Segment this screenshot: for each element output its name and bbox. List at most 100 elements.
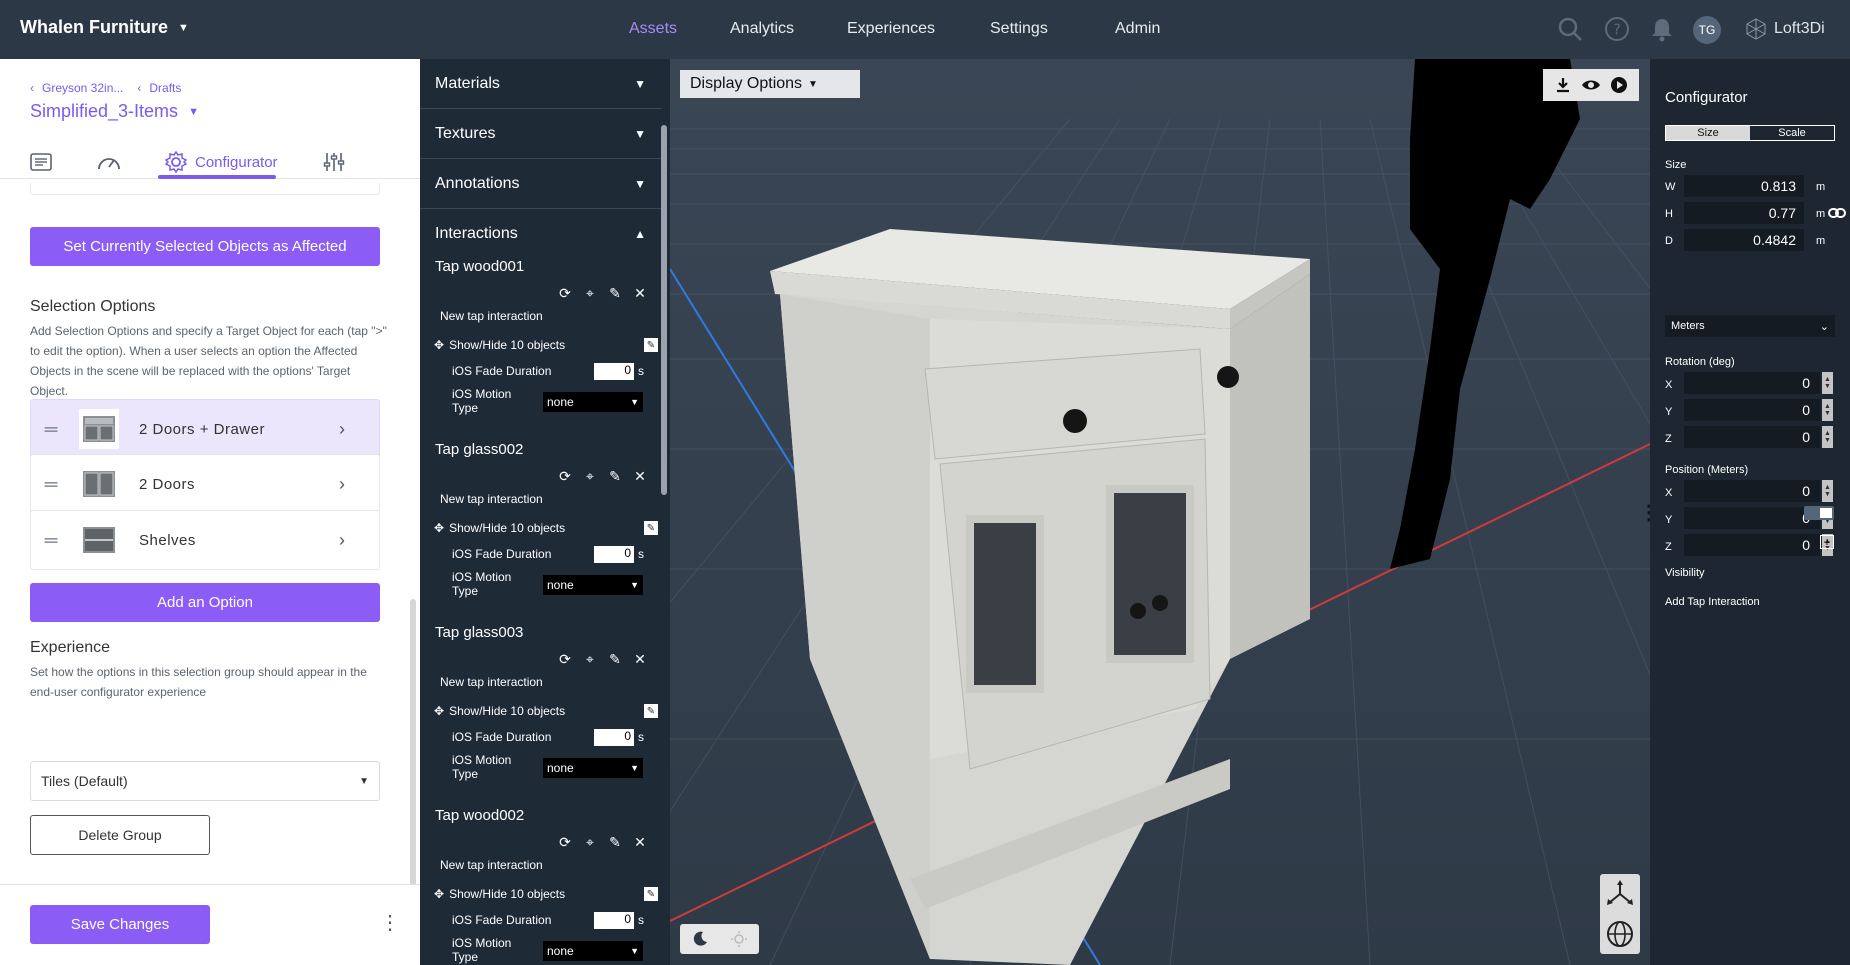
- chevron-right-icon[interactable]: ›: [339, 419, 379, 440]
- visibility-toggle[interactable]: [1804, 506, 1834, 520]
- close-icon[interactable]: ✕: [632, 285, 648, 301]
- 3d-viewport[interactable]: [670, 59, 1650, 965]
- motion-type-select[interactable]: none ▼: [543, 575, 643, 595]
- edit-icon[interactable]: ✎: [644, 887, 658, 901]
- stepper[interactable]: ▲▼: [1822, 399, 1833, 421]
- motion-type-select[interactable]: none ▼: [543, 758, 643, 778]
- motion-type-select[interactable]: none ▼: [543, 392, 643, 412]
- link-icon[interactable]: [1828, 207, 1846, 219]
- refresh-icon[interactable]: ⟳: [557, 651, 573, 667]
- moon-icon[interactable]: [691, 930, 709, 948]
- crosshair-icon[interactable]: ⌖: [582, 834, 598, 850]
- option-item[interactable]: ═ 2 Doors ›: [30, 454, 380, 514]
- nav-analytics[interactable]: Analytics: [730, 20, 794, 38]
- crosshair-icon[interactable]: ⌖: [582, 651, 598, 667]
- rotation-y-input[interactable]: 0: [1684, 399, 1820, 421]
- position-y-input[interactable]: 0: [1684, 507, 1820, 529]
- stepper[interactable]: ▲▼: [1822, 372, 1833, 394]
- bell-icon[interactable]: [1648, 15, 1676, 43]
- search-icon[interactable]: [1556, 15, 1584, 43]
- stepper[interactable]: ▲▼: [1822, 480, 1833, 502]
- delete-group-button[interactable]: Delete Group: [30, 815, 210, 855]
- download-icon[interactable]: [1554, 76, 1572, 94]
- tab-performance[interactable]: [97, 145, 121, 179]
- asset-title-dropdown[interactable]: Simplified_3-Items ▼: [30, 101, 199, 122]
- close-icon[interactable]: ✕: [632, 468, 648, 484]
- chevron-right-icon[interactable]: ›: [339, 530, 379, 551]
- set-affected-button[interactable]: Set Currently Selected Objects as Affect…: [30, 227, 380, 266]
- product-logo[interactable]: Loft3Di: [1744, 17, 1825, 41]
- nav-admin[interactable]: Admin: [1115, 20, 1160, 38]
- tab-configurator[interactable]: Configurator: [165, 145, 278, 179]
- edit-icon[interactable]: ✎: [607, 651, 623, 667]
- tab-details[interactable]: [30, 145, 52, 179]
- fade-duration-input[interactable]: 0: [594, 363, 634, 380]
- avatar[interactable]: TG: [1693, 16, 1721, 44]
- close-icon[interactable]: ✕: [632, 834, 648, 850]
- edit-icon[interactable]: ✎: [644, 338, 658, 352]
- display-options-dropdown[interactable]: Display Options ▼: [680, 70, 860, 98]
- refresh-icon[interactable]: ⟳: [557, 285, 573, 301]
- accordion-interactions[interactable]: Interactions ▲: [420, 209, 662, 259]
- drag-handle-icon[interactable]: ═: [31, 530, 71, 551]
- unit-select[interactable]: Meters ⌄: [1665, 315, 1835, 337]
- crosshair-icon[interactable]: ⌖: [582, 468, 598, 484]
- chevron-down-icon: ▼: [634, 126, 646, 141]
- more-options-icon[interactable]: ⋮: [380, 910, 400, 935]
- breadcrumb-item[interactable]: Greyson 32in...: [42, 81, 123, 95]
- option-item[interactable]: ═ 2 Doors + Drawer ›: [30, 399, 380, 459]
- sun-icon[interactable]: [730, 930, 748, 948]
- move-icon[interactable]: ✥: [434, 521, 444, 535]
- edit-icon[interactable]: ✎: [607, 834, 623, 850]
- caret-down-icon: ▼: [178, 21, 189, 34]
- experience-select[interactable]: Tiles (Default) ▼: [30, 761, 380, 801]
- nav-experiences[interactable]: Experiences: [847, 20, 935, 38]
- option-item[interactable]: ═ Shelves ›: [30, 510, 380, 570]
- seg-scale[interactable]: Scale: [1750, 126, 1834, 140]
- scrollbar[interactable]: [661, 125, 667, 495]
- refresh-icon[interactable]: ⟳: [557, 834, 573, 850]
- drag-handle-icon[interactable]: ═: [31, 474, 71, 495]
- add-tap-interaction-button[interactable]: +: [1820, 535, 1834, 549]
- edit-icon[interactable]: ✎: [607, 468, 623, 484]
- tab-adjustments[interactable]: [323, 145, 345, 179]
- accordion-textures[interactable]: Textures ▼: [420, 109, 662, 159]
- rotation-z-input[interactable]: 0: [1684, 426, 1820, 448]
- close-icon[interactable]: ✕: [632, 651, 648, 667]
- play-icon[interactable]: [1610, 76, 1628, 94]
- fade-duration-input[interactable]: 0: [594, 912, 634, 929]
- height-input[interactable]: 0.77: [1684, 202, 1804, 224]
- move-icon[interactable]: ✥: [434, 704, 444, 718]
- nav-settings[interactable]: Settings: [990, 20, 1048, 38]
- help-icon[interactable]: ?: [1603, 15, 1631, 43]
- move-icon[interactable]: ✥: [434, 338, 444, 352]
- edit-icon[interactable]: ✎: [644, 521, 658, 535]
- fade-duration-input[interactable]: 0: [594, 546, 634, 563]
- seg-size[interactable]: Size: [1666, 126, 1750, 140]
- position-z-input[interactable]: 0: [1684, 534, 1820, 556]
- accordion-materials[interactable]: Materials ▼: [420, 59, 662, 109]
- move-icon[interactable]: ✥: [434, 887, 444, 901]
- brand-switcher[interactable]: Whalen Furniture ▼: [20, 17, 189, 38]
- motion-type-select[interactable]: none ▼: [543, 941, 643, 961]
- nav-assets[interactable]: Assets: [629, 20, 677, 38]
- save-changes-button[interactable]: Save Changes: [30, 905, 210, 944]
- globe-icon[interactable]: [1600, 914, 1640, 954]
- position-x-input[interactable]: 0: [1684, 480, 1820, 502]
- chevron-right-icon[interactable]: ›: [339, 474, 379, 495]
- refresh-icon[interactable]: ⟳: [557, 468, 573, 484]
- drag-handle-icon[interactable]: ═: [31, 419, 71, 440]
- depth-input[interactable]: 0.4842: [1684, 229, 1804, 251]
- axes-icon[interactable]: [1600, 874, 1640, 914]
- accordion-annotations[interactable]: Annotations ▼: [420, 159, 662, 209]
- edit-icon[interactable]: ✎: [607, 285, 623, 301]
- stepper[interactable]: ▲▼: [1822, 426, 1833, 448]
- fade-duration-input[interactable]: 0: [594, 729, 634, 746]
- rotation-x-input[interactable]: 0: [1684, 372, 1820, 394]
- crosshair-icon[interactable]: ⌖: [582, 285, 598, 301]
- eye-icon[interactable]: [1581, 76, 1601, 94]
- edit-icon[interactable]: ✎: [644, 704, 658, 718]
- add-option-button[interactable]: Add an Option: [30, 583, 380, 622]
- width-input[interactable]: 0.813: [1684, 175, 1804, 197]
- breadcrumb-item[interactable]: Drafts: [149, 81, 181, 95]
